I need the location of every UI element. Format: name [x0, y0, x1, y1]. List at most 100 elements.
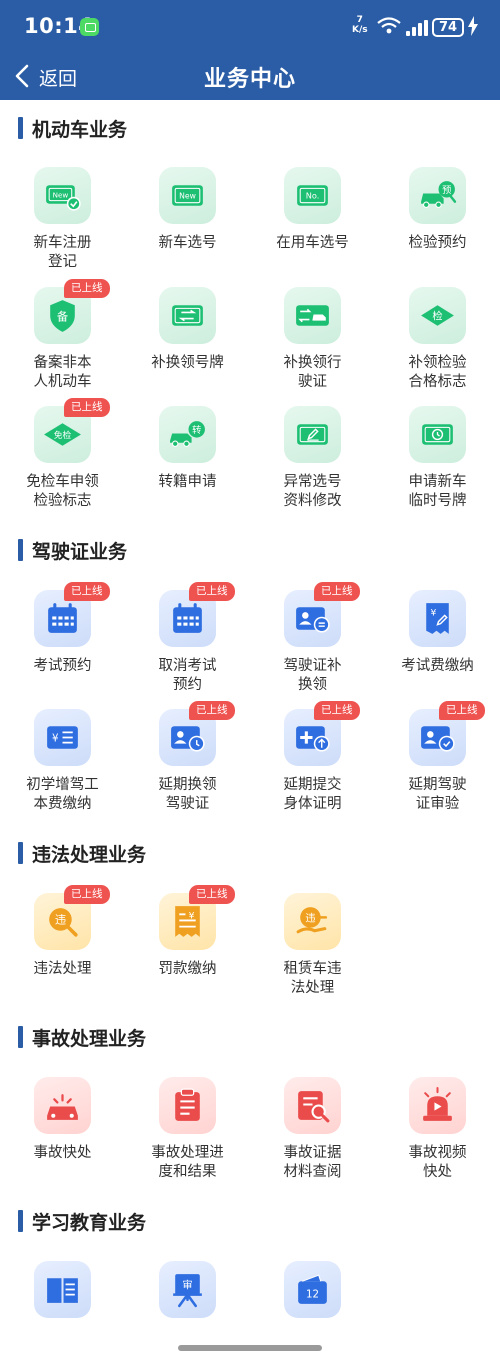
label-text: 在用车选号: [276, 235, 349, 251]
service-label: 新车选号: [125, 234, 250, 253]
section-marker: [18, 1026, 23, 1048]
section-title: 事故处理业务: [32, 1028, 147, 1050]
charging-icon: [467, 16, 479, 40]
service-label: 取消考试 预约: [125, 657, 250, 695]
fee-list-icon: ¥: [47, 726, 78, 749]
label-text: 新车注册 登记: [33, 235, 92, 270]
id-card-clock-icon: [171, 726, 205, 752]
home-indicator[interactable]: [178, 1345, 322, 1351]
car-crash-icon: [47, 1094, 78, 1120]
service-label: 考试费缴纳: [375, 657, 500, 676]
tile: [284, 1077, 341, 1134]
wifi-icon: [376, 16, 402, 41]
battery-indicator: 74: [432, 18, 464, 37]
online-badge: 已上线: [64, 398, 110, 417]
tile: [409, 406, 466, 463]
page-title: 业务中心: [203, 67, 296, 92]
service-label: 事故处理进 度和结果: [125, 1144, 250, 1182]
service-label: 检验预约: [375, 234, 500, 253]
online-badge: 已上线: [189, 582, 235, 601]
top-bar: 10:14 7 K/s 74 返回 业务中心: [0, 0, 500, 100]
tile: No.: [284, 167, 341, 224]
icon-text: 检: [432, 310, 442, 323]
service-label: 新车注册 登记: [0, 234, 125, 272]
label-text: 事故视频 快处: [408, 1145, 467, 1180]
evidence-search-icon: [298, 1091, 330, 1123]
label-text: 新车选号: [158, 235, 217, 251]
section-marker: [18, 842, 23, 864]
service-label: 异常选号 资料修改: [250, 473, 375, 511]
tile: 检: [409, 287, 466, 344]
label-text: 考试预约: [33, 658, 92, 674]
tile: [284, 406, 341, 463]
label-text: 事故处理进 度和结果: [151, 1145, 224, 1180]
car-booking-icon: 预: [421, 181, 457, 208]
service-label: 违法处理: [0, 960, 125, 979]
tile: [34, 1077, 91, 1134]
section-marker: [18, 539, 23, 561]
service-label: 在用车选号: [250, 234, 375, 253]
tile: New: [159, 167, 216, 224]
tile: 12: [284, 1261, 341, 1318]
icon-text: 免检: [54, 429, 72, 441]
score-card-icon: 12: [298, 1274, 327, 1304]
label-text: 免检车申领 检验标志: [26, 474, 99, 509]
section-marker: [18, 117, 23, 139]
service-label: 延期换领 驾驶证: [125, 776, 250, 814]
online-badge: 已上线: [64, 279, 110, 298]
service-label: 初学增驾工 本费缴纳: [0, 776, 125, 814]
tile: [409, 1077, 466, 1134]
label-text: 驾驶证补 换领: [283, 658, 342, 693]
label-text: 检验预约: [408, 235, 467, 251]
section-title: 驾驶证业务: [32, 541, 128, 563]
tile: [284, 287, 341, 344]
new-plate-icon: New: [46, 185, 81, 211]
nav-bar: 返回 业务中心: [0, 54, 500, 100]
online-badge: 已上线: [64, 885, 110, 904]
label-text: 备案非本 人机动车: [33, 355, 92, 390]
section-marker: [18, 1210, 23, 1232]
online-badge: 已上线: [64, 582, 110, 601]
label-text: 取消考试 预约: [158, 658, 217, 693]
book-icon: [47, 1278, 78, 1303]
plate-swap-icon: [172, 305, 203, 326]
tile: 违: [284, 893, 341, 950]
label-text: 考试费缴纳: [401, 658, 474, 674]
label-text: 延期提交 身体证明: [283, 777, 342, 812]
tile: 审: [159, 1261, 216, 1318]
fee-receipt-icon: ¥: [426, 603, 449, 634]
plate-edit-icon: [297, 424, 328, 445]
calendar-icon: [48, 603, 77, 633]
message-app-icon: [80, 18, 99, 36]
label-text: 申请新车 临时号牌: [408, 474, 467, 509]
network-speed-unit: K/s: [352, 25, 368, 35]
status-bar: 10:14 7 K/s 74: [0, 0, 500, 54]
service-label: 备案非本 人机动车: [0, 354, 125, 392]
label-text: 租赁车违 法处理: [283, 961, 342, 996]
signal-icon: [406, 20, 428, 36]
label-text: 违法处理: [33, 961, 92, 977]
service-label: 事故视频 快处: [375, 1144, 500, 1182]
icon-text: New: [179, 192, 196, 201]
icon-text: 12: [306, 1289, 319, 1301]
alarm-video-icon: [423, 1087, 452, 1121]
online-badge: 已上线: [439, 701, 485, 720]
service-label: 免检车申领 检验标志: [0, 473, 125, 511]
icon-text: No.: [306, 191, 320, 201]
icon-text: 转: [192, 424, 201, 436]
icon-text: 违: [55, 914, 66, 927]
service-label: 补领检验 合格标志: [375, 354, 500, 392]
tile: [34, 1261, 91, 1318]
service-label: 驾驶证补 换领: [250, 657, 375, 695]
label-text: 事故快处: [33, 1145, 92, 1161]
network-speed: 7 K/s: [352, 15, 368, 35]
service-label: 转籍申请: [125, 473, 250, 492]
label-text: 罚款缴纳: [158, 961, 217, 977]
tile: [159, 1077, 216, 1134]
new-plate-icon: New: [172, 185, 203, 206]
review-board-icon: 审: [173, 1274, 202, 1308]
online-badge: 已上线: [189, 701, 235, 720]
service-label: 申请新车 临时号牌: [375, 473, 500, 511]
license-swap-icon: [296, 305, 329, 326]
rental-violation-icon: 违: [296, 907, 328, 934]
